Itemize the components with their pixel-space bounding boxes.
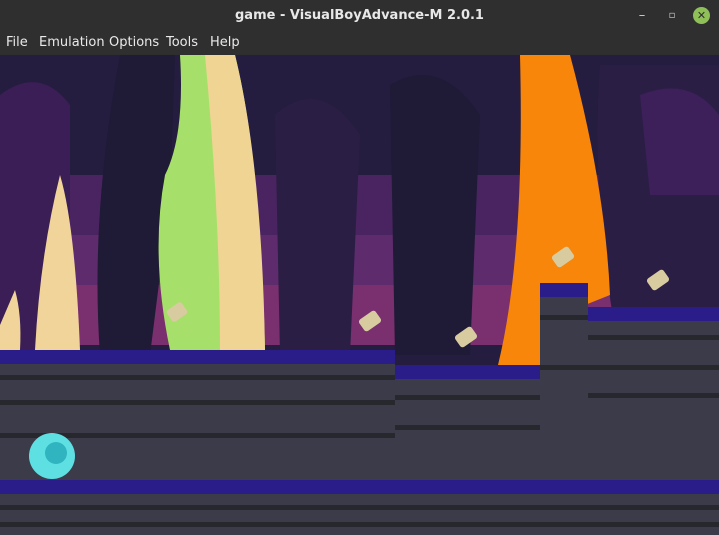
ground-stripe xyxy=(0,400,395,405)
close-button[interactable]: ✕ xyxy=(693,7,710,24)
ground-top-middle xyxy=(395,365,540,379)
menu-bar: File Emulation Options Tools Help xyxy=(0,32,719,54)
menu-tools[interactable]: Tools xyxy=(166,35,198,50)
ground-stripe xyxy=(0,522,719,527)
ground-stripe xyxy=(588,365,719,370)
foliage-silhouette xyxy=(275,99,360,355)
player-character xyxy=(29,433,75,479)
foliage-silhouette xyxy=(640,88,719,195)
menu-help[interactable]: Help xyxy=(210,35,240,50)
ground-top-left xyxy=(0,350,395,364)
floor-top xyxy=(0,480,719,494)
ground-fill-right xyxy=(588,321,719,484)
maximize-button[interactable]: ▫ xyxy=(662,6,682,26)
ground-top-right xyxy=(588,307,719,321)
ground-stripe xyxy=(540,315,588,320)
ground-stripe xyxy=(540,365,588,370)
menu-file[interactable]: File xyxy=(6,35,28,50)
game-screen[interactable] xyxy=(0,55,719,535)
game-scene xyxy=(0,55,719,535)
ground-top-step xyxy=(540,283,588,297)
floor-fill xyxy=(0,494,719,535)
ground-fill-step xyxy=(540,297,588,484)
ground-stripe xyxy=(0,505,719,510)
emulator-window: game - VisualBoyAdvance-M 2.0.1 – ▫ ✕ Fi… xyxy=(0,0,719,535)
title-bar[interactable]: game - VisualBoyAdvance-M 2.0.1 – ▫ ✕ xyxy=(0,0,719,32)
ground-stripe xyxy=(0,375,395,380)
ground-stripe xyxy=(395,395,540,400)
minimize-button[interactable]: – xyxy=(632,6,652,26)
menu-emulation[interactable]: Emulation xyxy=(39,35,105,50)
window-title: game - VisualBoyAdvance-M 2.0.1 xyxy=(235,8,484,23)
tree-trunk-dark xyxy=(390,75,480,355)
ground-stripe xyxy=(395,425,540,430)
ground-fill-middle xyxy=(395,379,540,484)
ground-stripe xyxy=(588,393,719,398)
ground-stripe xyxy=(588,335,719,340)
menu-options[interactable]: Options xyxy=(109,35,159,50)
